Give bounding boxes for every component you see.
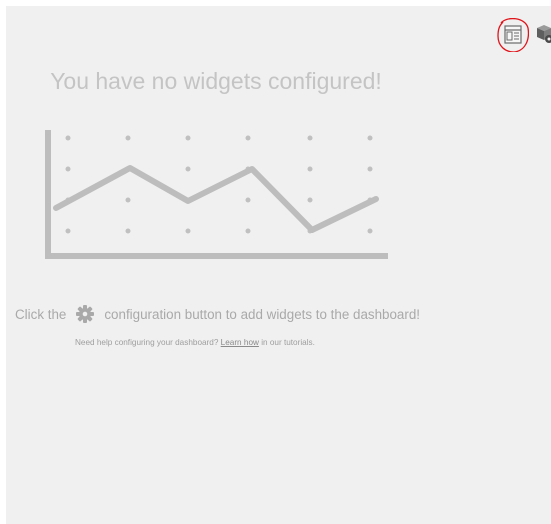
empty-chart-illustration [45,130,388,259]
cube-icon [537,25,551,43]
toolbar [491,17,551,58]
configuration-instruction: Click the configuration button to add wi… [15,304,420,324]
learn-how-link[interactable]: Learn how [221,338,259,347]
dashboard-panel: You have no widgets configured! Click th… [6,6,551,524]
dashboard-layout-button[interactable] [495,17,530,53]
empty-state-title: You have no widgets configured! [50,68,382,94]
cube-button[interactable] [531,22,551,46]
help-text-before: Need help configuring your dashboard? [75,338,219,347]
instruction-text-after: configuration button to add widgets to t… [104,306,421,322]
dashboard-layout-icon [497,17,530,53]
help-text: Need help configuring your dashboard? Le… [75,338,315,347]
chart-line [53,165,379,233]
help-text-after: in our tutorials. [261,338,315,347]
gear-icon [75,304,95,324]
instruction-text-before: Click the [15,306,67,322]
chart-axes [45,130,388,259]
